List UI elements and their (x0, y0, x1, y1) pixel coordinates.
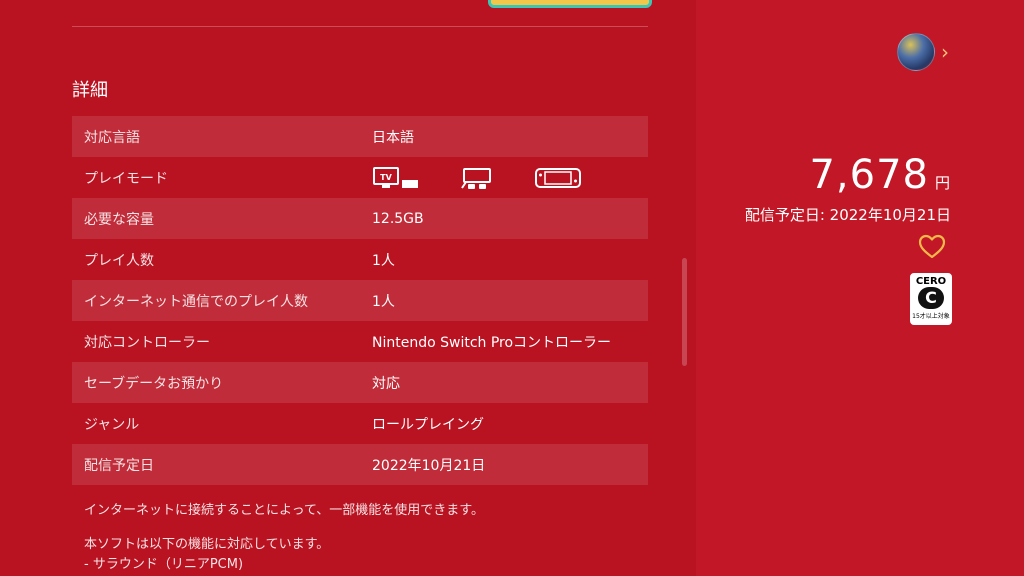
handheld-mode-icon (535, 167, 581, 188)
chevron-right-icon[interactable]: › (941, 40, 949, 64)
wishlist-heart-icon[interactable] (918, 234, 946, 264)
row-players: プレイ人数 1人 (72, 239, 648, 280)
row-label: ジャンル (84, 416, 140, 433)
tabletop-mode-icon (461, 167, 491, 189)
purchase-panel (696, 0, 1024, 576)
row-release-date: 配信予定日 2022年10月21日 (72, 444, 648, 485)
row-label: 対応言語 (84, 129, 140, 146)
row-value: 2022年10月21日 (372, 457, 486, 474)
release-date-text: 配信予定日: 2022年10月21日 (744, 206, 951, 224)
row-value: ロールプレイング (372, 416, 484, 433)
price-amount: 7,678 (809, 152, 929, 198)
row-storage: 必要な容量 12.5GB (72, 198, 648, 239)
top-action-button[interactable] (488, 0, 652, 8)
row-value: 1人 (372, 252, 395, 269)
row-genre: ジャンル ロールプレイング (72, 403, 648, 444)
divider (72, 26, 648, 27)
note-features: 本ソフトは以下の機能に対応しています。 (84, 537, 330, 552)
row-language: 対応言語 日本語 (72, 116, 648, 157)
row-controllers: 対応コントローラー Nintendo Switch Proコントローラー (72, 321, 648, 362)
cero-rating-badge: CERO C 15才以上対象 (910, 273, 952, 325)
cero-org: CERO (915, 276, 947, 287)
play-mode-icons: TV (372, 166, 648, 190)
row-label: インターネット通信でのプレイ人数 (84, 293, 308, 310)
row-value: 1人 (372, 293, 395, 310)
note-online: インターネットに接続することによって、一部機能を使用できます。 (84, 503, 485, 518)
row-label: 必要な容量 (84, 211, 154, 228)
row-save-backup: セーブデータお預かり 対応 (72, 362, 648, 403)
details-table: 対応言語 日本語 プレイモード TV 必要な容量 12.5GB プレイ人数 1人… (72, 116, 648, 485)
cero-age: 15才以上対象 (912, 313, 950, 320)
scrollbar[interactable] (682, 258, 687, 366)
cero-letter: C (918, 287, 944, 309)
svg-text:TV: TV (380, 173, 392, 182)
row-value: 日本語 (372, 129, 414, 146)
price: 7,678 円 (809, 152, 950, 198)
note-surround: - サラウンド（リニアPCM) (84, 557, 244, 572)
tv-mode-icon: TV (373, 166, 418, 188)
row-value: Nintendo Switch Proコントローラー (372, 334, 612, 351)
row-value: 対応 (372, 375, 400, 392)
row-play-mode: プレイモード TV (72, 157, 648, 198)
row-label: プレイモード (84, 170, 168, 187)
row-label: 配信予定日 (84, 457, 154, 474)
details-panel: 詳細 対応言語 日本語 プレイモード TV 必要な容量 12.5GB プレイ人数… (0, 0, 696, 576)
row-online-players: インターネット通信でのプレイ人数 1人 (72, 280, 648, 321)
row-label: プレイ人数 (84, 252, 154, 269)
row-label: 対応コントローラー (84, 334, 210, 351)
user-avatar[interactable] (897, 33, 935, 71)
section-title: 詳細 (72, 80, 108, 101)
row-value: 12.5GB (372, 210, 424, 227)
row-label: セーブデータお預かり (84, 375, 224, 392)
price-currency: 円 (934, 174, 950, 192)
